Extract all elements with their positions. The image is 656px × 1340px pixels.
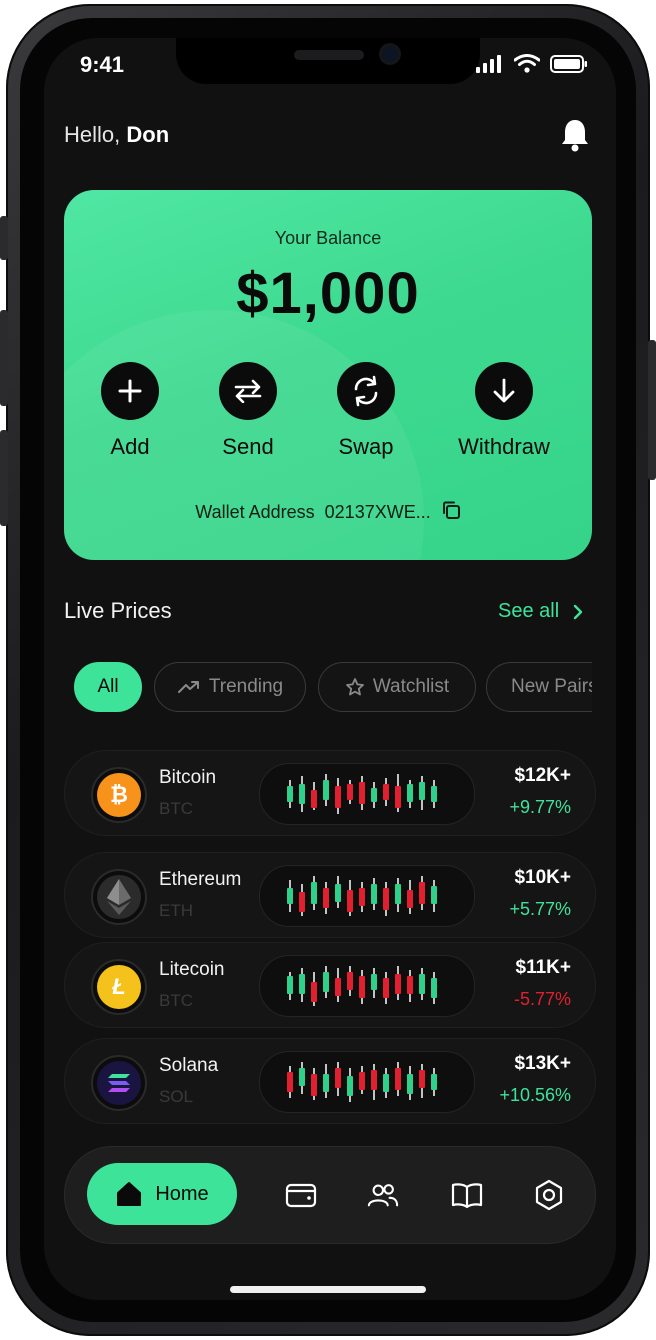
wallet-label: Wallet Address xyxy=(195,502,315,522)
book-icon[interactable] xyxy=(451,1179,483,1211)
signal-icon xyxy=(476,54,501,73)
send-label: Send xyxy=(222,434,274,459)
filter-all[interactable]: All xyxy=(74,662,142,712)
wallet-address: 02137XWE... xyxy=(324,502,431,522)
arrow-down-icon xyxy=(475,362,533,420)
bitcoin-logo-icon: ₿ xyxy=(91,767,147,823)
coin-row-ethereum[interactable]: Ethereum ETH $10K+ +5.77% xyxy=(64,852,596,938)
withdraw-label: Withdraw xyxy=(458,434,550,459)
candlestick-sparkline xyxy=(259,1051,475,1113)
coin-price: $10K+ xyxy=(514,867,571,888)
volume-up-button xyxy=(0,310,8,406)
litecoin-logo-icon: Ł xyxy=(91,959,147,1015)
user-name: Don xyxy=(126,122,170,147)
trending-up-icon xyxy=(177,681,199,693)
power-button xyxy=(648,340,656,480)
wifi-icon xyxy=(514,54,540,73)
candlestick-chart xyxy=(287,774,437,814)
balance-amount: $1,000 xyxy=(236,261,420,326)
front-camera xyxy=(382,46,398,62)
coin-price: $11K+ xyxy=(515,957,571,978)
transfer-arrows-icon xyxy=(219,362,277,420)
filter-new-pairs-label: New Pairs xyxy=(511,676,592,697)
litecoin-glyph: Ł xyxy=(97,965,141,1009)
coin-name: Solana xyxy=(159,1055,219,1076)
filter-new-pairs[interactable]: New Pairs xyxy=(486,662,592,712)
filter-watchlist-label: Watchlist xyxy=(372,676,450,697)
bottom-nav: Home xyxy=(64,1146,596,1244)
wallet-icon[interactable] xyxy=(285,1179,317,1211)
solana-logo-icon xyxy=(91,1055,147,1111)
plus-icon xyxy=(101,362,159,420)
filter-trending[interactable]: Trending xyxy=(154,662,306,712)
coin-change: +5.77% xyxy=(509,899,571,919)
filter-trending-label: Trending xyxy=(208,676,284,697)
filter-chips: All Trending Watchlist New Pairs xyxy=(64,662,592,714)
greeting: Hello, Don xyxy=(64,122,169,148)
bell-icon[interactable] xyxy=(560,118,590,157)
side-button xyxy=(0,216,8,260)
coin-row-bitcoin[interactable]: ₿ Bitcoin BTC $12K+ +9.77% xyxy=(64,750,596,836)
nav-home-label: Home xyxy=(155,1182,209,1205)
greeting-prefix: Hello, xyxy=(64,122,121,147)
solana-bars-icon xyxy=(108,1074,130,1092)
coin-symbol: BTC xyxy=(159,799,193,818)
coin-row-litecoin[interactable]: Ł Litecoin BTC $11K+ -5.77% xyxy=(64,942,596,1028)
coin-name: Ethereum xyxy=(159,869,242,890)
ethereum-diamond-icon xyxy=(107,879,131,915)
star-icon xyxy=(345,678,364,696)
home-indicator[interactable] xyxy=(230,1286,426,1293)
notch xyxy=(176,38,480,84)
send-button[interactable]: Send xyxy=(188,362,308,460)
swap-button[interactable]: Swap xyxy=(306,362,426,460)
coin-name: Bitcoin xyxy=(159,767,217,788)
live-prices-title: Live Prices xyxy=(64,598,172,623)
see-all-link[interactable]: See all xyxy=(498,600,583,623)
candlestick-sparkline xyxy=(259,763,475,825)
home-icon xyxy=(117,1182,142,1206)
status-icons xyxy=(476,54,588,73)
candlestick-sparkline xyxy=(259,955,475,1017)
add-label: Add xyxy=(110,434,150,459)
coin-row-solana[interactable]: Solana SOL $13K+ +10.56% xyxy=(64,1038,596,1124)
bitcoin-glyph: ₿ xyxy=(97,773,141,817)
see-all-label: See all xyxy=(498,600,560,622)
filter-watchlist[interactable]: Watchlist xyxy=(318,662,476,712)
volume-down-button xyxy=(0,430,8,526)
users-icon[interactable] xyxy=(367,1179,399,1211)
coin-symbol: ETH xyxy=(159,901,193,920)
coin-change: +9.77% xyxy=(509,797,571,817)
candlestick-chart xyxy=(287,966,437,1006)
swap-label: Swap xyxy=(338,434,394,459)
filter-all-label: All xyxy=(97,676,119,697)
wallet-address-row: Wallet Address 02137XWE... xyxy=(64,500,592,525)
coin-change: +10.56% xyxy=(499,1085,571,1105)
battery-icon xyxy=(550,54,587,73)
chevron-right-icon xyxy=(573,604,583,619)
balance-card: Your Balance $1,000 Add Send Swap Withdr… xyxy=(64,190,592,560)
copy-icon[interactable] xyxy=(441,500,461,525)
coin-symbol: BTC xyxy=(159,991,193,1010)
status-time: 9:41 xyxy=(80,52,125,77)
candlestick-sparkline xyxy=(259,865,475,927)
coin-price: $13K+ xyxy=(514,1053,571,1074)
speaker xyxy=(294,50,364,60)
coin-price: $12K+ xyxy=(514,765,571,786)
ethereum-logo-icon xyxy=(91,869,147,925)
candlestick-chart xyxy=(287,876,437,916)
coin-name: Litecoin xyxy=(159,959,225,980)
swap-cycle-icon xyxy=(337,362,395,420)
settings-hexagon-icon[interactable] xyxy=(533,1179,565,1211)
add-button[interactable]: Add xyxy=(70,362,190,460)
balance-label: Your Balance xyxy=(274,228,382,248)
coin-change: -5.77% xyxy=(513,989,571,1009)
candlestick-chart xyxy=(287,1062,437,1102)
nav-home[interactable]: Home xyxy=(87,1163,237,1225)
coin-symbol: SOL xyxy=(159,1087,194,1106)
withdraw-button[interactable]: Withdraw xyxy=(444,362,564,460)
